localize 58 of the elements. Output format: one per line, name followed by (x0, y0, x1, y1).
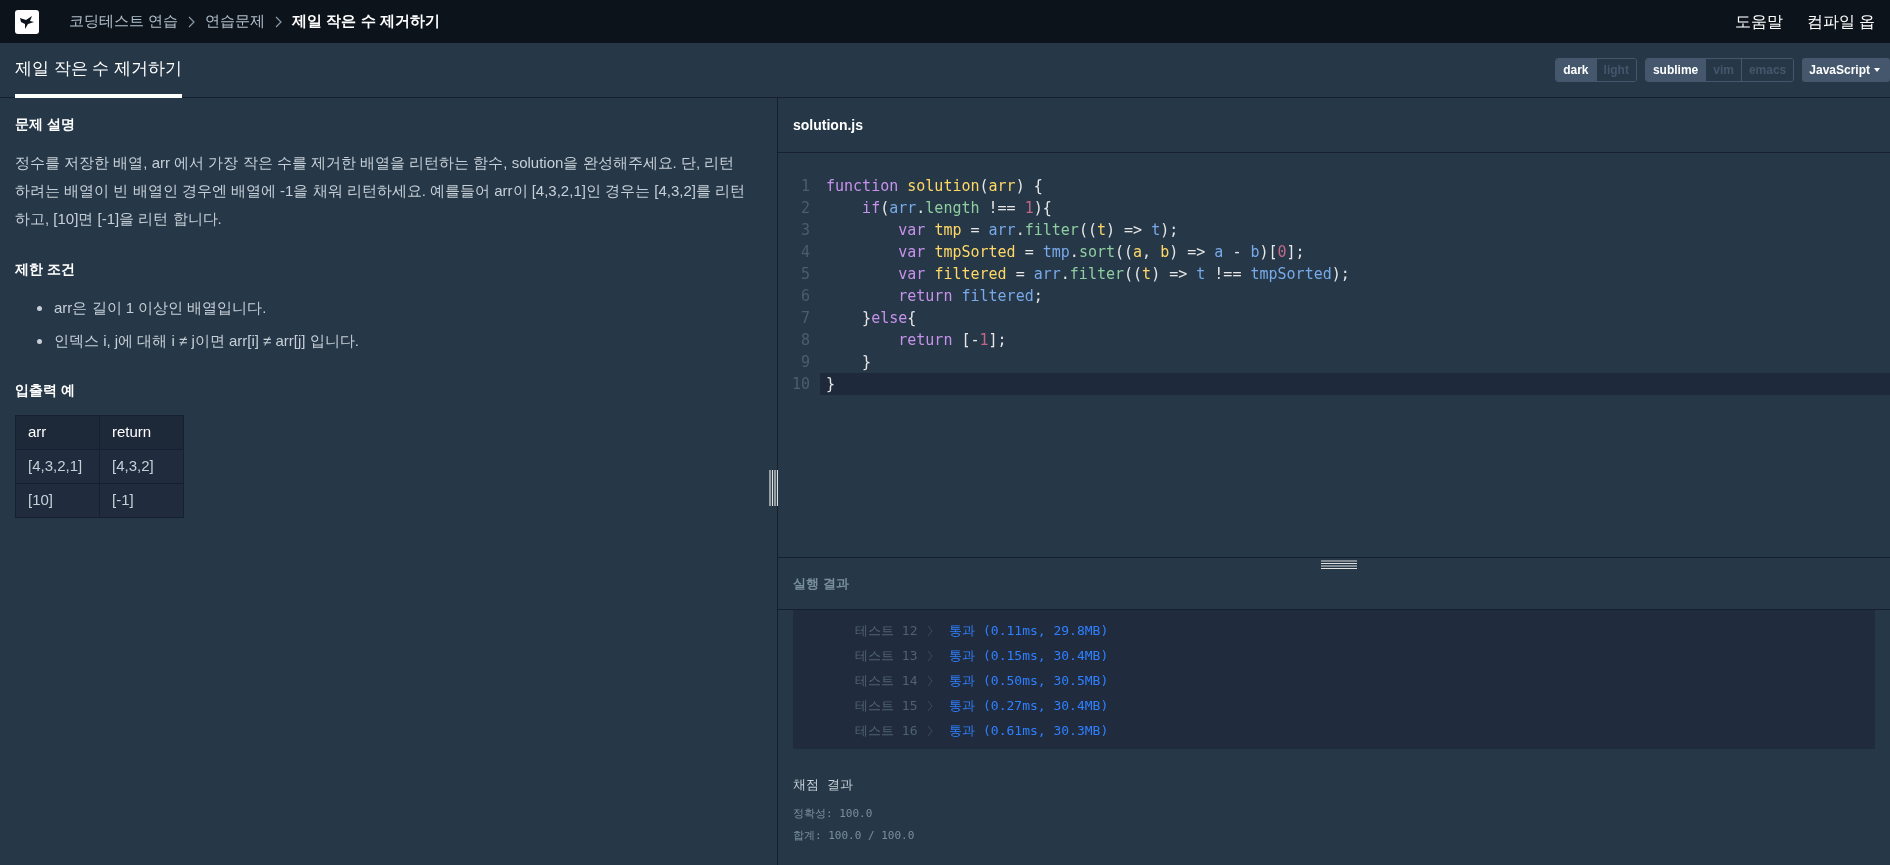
chevron-icon (275, 15, 283, 28)
theme-option[interactable]: dark (1556, 59, 1596, 81)
table-header: return (99, 415, 184, 450)
table-header: arr (15, 415, 100, 450)
breadcrumb-link[interactable]: 제일 작은 수 제거하기 (292, 10, 440, 33)
score-text: 정확성: 100.0 (793, 805, 874, 822)
problem-description: 정수를 저장한 배열, arr 에서 가장 작은 수를 제거한 배열을 리턴하는 함수, solution을 완성해주세요. 단, 리턴하려는 배열이 빈 배열인 경우엔 배열에 -1을 채워 리턴하세요. 예를들어 arr이 [4,3,2,1]인 경우는 [4,3,2]를 리턴 하고, [10]면 [-1]을 리턴 합니다. (15, 153, 747, 229)
score-text: 합계: 100.0 / 100.0 (793, 827, 916, 844)
breadcrumb-link[interactable]: 코딩테스트 연습 (69, 10, 179, 33)
chevron-icon (927, 624, 933, 637)
test-detail: (0.27ms, 30.4MB) (983, 697, 1109, 715)
table-cell: [4,3,2] (99, 449, 184, 484)
test-detail: (0.61ms, 30.3MB) (983, 722, 1109, 740)
table-cell: [-1] (99, 483, 184, 518)
section-heading: 문제 설명 (15, 115, 76, 134)
resize-handle-icon[interactable] (769, 470, 778, 506)
test-status: 통과 (949, 622, 975, 640)
breadcrumb-link[interactable]: 연습문제 (205, 10, 266, 33)
resize-handle-icon[interactable] (1321, 560, 1357, 569)
chevron-icon (927, 724, 933, 737)
logo-icon[interactable] (15, 9, 39, 34)
test-status: 통과 (949, 722, 975, 740)
caret-icon (1874, 68, 1880, 72)
chevron-icon (927, 674, 933, 687)
code-line: var tmpSorted = tmp.sort((a, b) => a - b)[0]; (897, 242, 1306, 263)
test-detail: (0.50ms, 30.5MB) (983, 672, 1109, 690)
nav-link[interactable]: 도움말 (1734, 9, 1783, 34)
file-name: solution.js (793, 115, 863, 135)
code-line: var tmp = arr.filter((t) => t); (897, 220, 1180, 241)
test-detail: (0.11ms, 29.8MB) (983, 622, 1109, 640)
table-cell: [4,3,2,1] (15, 449, 100, 484)
constraint-text: arr은 길이 1 이상인 배열입니다. (54, 298, 267, 319)
code-line: return [-1]; (897, 330, 1008, 351)
code-line: } (861, 352, 873, 373)
table-cell: [10] (15, 483, 100, 518)
section-heading: 채점 결과 (793, 776, 854, 794)
test-status: 통과 (949, 647, 975, 665)
chevron-icon (927, 699, 933, 712)
keymap-option[interactable]: sublime (1645, 59, 1706, 81)
chevron-icon (188, 15, 196, 28)
code-line: var filtered = arr.filter((t) => t !== tmpSorted); (897, 264, 1351, 285)
chevron-icon (927, 649, 933, 662)
bullet-icon (37, 339, 42, 344)
bullet-icon (37, 306, 42, 311)
section-heading: 실행 결과 (793, 574, 849, 593)
section-heading: 입출력 예 (15, 381, 76, 400)
test-status: 통과 (949, 672, 975, 690)
test-detail: (0.15ms, 30.4MB) (983, 647, 1109, 665)
section-heading: 제한 조건 (15, 260, 76, 279)
code-line: if(arr.length !== 1){ (861, 198, 1053, 219)
code-line: function solution(arr) { (825, 176, 1044, 197)
constraint-text: 인덱스 i, j에 대해 i ≠ j이면 arr[i] ≠ arr[j] 입니다. (54, 331, 359, 352)
nav-link[interactable]: 컴파일 옵 (1806, 9, 1875, 34)
test-status: 통과 (949, 697, 975, 715)
problem-tab[interactable]: 제일 작은 수 제거하기 (15, 43, 183, 98)
code-line: return filtered; (897, 286, 1044, 307)
code-line: }else{ (861, 308, 918, 329)
language-dropdown[interactable]: JavaScript (1802, 58, 1890, 82)
